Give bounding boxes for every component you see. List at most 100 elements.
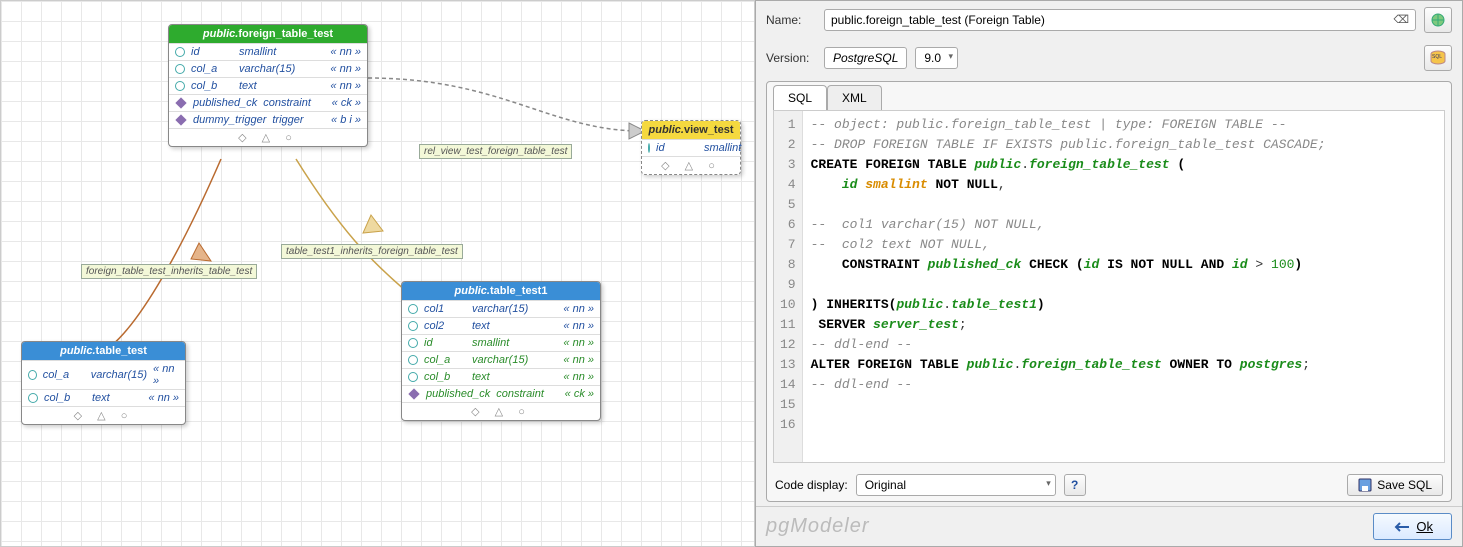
column-type: text (239, 80, 324, 92)
circle-icon (175, 81, 185, 91)
column-row[interactable]: col2text« nn » (402, 317, 600, 334)
table-header: public.foreign_table_test (169, 25, 367, 43)
table-rows: id smallint (642, 139, 740, 156)
name-input[interactable]: public.foreign_table_test (Foreign Table… (824, 9, 1416, 31)
relation-label-test1-inherits[interactable]: table_test1_inherits_foreign_table_test (281, 244, 463, 259)
table-rows: idsmallint« nn »col_avarchar(15)« nn »co… (169, 43, 367, 128)
table-header: public.table_test1 (402, 282, 600, 300)
column-name: col_b (191, 80, 233, 92)
help-button[interactable]: ? (1064, 474, 1086, 496)
column-row[interactable]: col1 varchar(15) « nn » (402, 300, 600, 317)
column-type: text (472, 320, 557, 332)
ok-label: Ok (1416, 519, 1433, 534)
version-label: Version: (766, 51, 816, 65)
column-type: constraint (496, 388, 558, 400)
table-table-test[interactable]: public.table_test col_avarchar(15)« nn »… (21, 341, 186, 425)
column-flags: « ck » (565, 388, 594, 400)
table-footer-icons: ◇ △ ○ (169, 128, 367, 146)
column-name: published_ck (193, 97, 257, 109)
circle-icon (175, 64, 185, 74)
column-row[interactable]: idsmallint« nn » (402, 334, 600, 351)
column-name: dummy_trigger (193, 114, 266, 126)
sql-editor[interactable]: 12345678910111213141516 -- object: publi… (773, 110, 1445, 463)
column-row[interactable]: dummy_trigger trigger « b i » (169, 111, 367, 128)
code-display-label: Code display: (775, 478, 848, 492)
column-flags: « nn » (563, 354, 594, 366)
version-select[interactable]: 9.0 (915, 47, 958, 69)
source-panel: Name: public.foreign_table_test (Foreign… (755, 0, 1463, 547)
name-value: public.foreign_table_test (Foreign Table… (831, 13, 1045, 27)
column-name: id (424, 337, 466, 349)
column-flags: « nn » (563, 371, 594, 383)
column-type: varchar(15) (472, 303, 557, 315)
column-row[interactable]: col_b text « nn » (169, 77, 367, 94)
column-flags: « b i » (331, 114, 361, 126)
column-type: smallint (704, 142, 741, 154)
svg-text:SQL: SQL (1432, 54, 1442, 60)
line-gutter: 12345678910111213141516 (774, 111, 803, 462)
column-flags: « nn » (330, 80, 361, 92)
database-sql-icon: SQL (1429, 50, 1447, 66)
relation-label-foreign-inherits[interactable]: foreign_table_test_inherits_table_test (81, 264, 257, 279)
sql-db-button[interactable]: SQL (1424, 45, 1452, 71)
column-name: col1 (424, 303, 466, 315)
code-display-select[interactable]: Original (856, 474, 1056, 496)
table-header: public.view_test (642, 121, 740, 139)
column-name: id (191, 46, 233, 58)
erd-canvas[interactable]: public.foreign_table_test id smallint « nn… (0, 0, 755, 547)
column-name: col_a (191, 63, 233, 75)
column-row[interactable]: col_a varchar(15) « nn » (22, 360, 185, 389)
column-type: smallint (239, 46, 324, 58)
column-type: trigger (272, 114, 325, 126)
circle-icon (408, 338, 418, 348)
table-footer-icons: ◇ △ ○ (642, 156, 740, 174)
table-table-test1[interactable]: public.table_test1 col1 varchar(15) « nn »… (401, 281, 601, 421)
column-row[interactable]: id smallint (642, 139, 740, 156)
column-row[interactable]: col_avarchar(15)« nn » (402, 351, 600, 368)
diamond-icon (175, 114, 186, 125)
column-name: col_a (43, 369, 85, 381)
version-engine: PostgreSQL (824, 47, 907, 69)
column-name: id (656, 142, 698, 154)
circle-icon (408, 355, 418, 365)
table-header: public.table_test (22, 342, 185, 360)
column-type: varchar(15) (472, 354, 557, 366)
object-picker-button[interactable] (1424, 7, 1452, 33)
column-flags: « nn » (563, 303, 594, 315)
table-footer-icons: ◇ △ ○ (402, 402, 600, 420)
column-row[interactable]: published_ckconstraint« ck » (402, 385, 600, 402)
save-icon (1358, 478, 1372, 492)
relation-label-view[interactable]: rel_view_test_foreign_table_test (419, 144, 572, 159)
save-sql-button[interactable]: Save SQL (1347, 474, 1443, 496)
circle-icon (648, 143, 650, 153)
tab-sql[interactable]: SQL (773, 85, 827, 110)
sql-code: -- object: public.foreign_table_test | t… (803, 111, 1334, 462)
circle-icon (28, 370, 37, 380)
column-row[interactable]: idsmallint« nn » (169, 43, 367, 60)
column-type: constraint (263, 97, 325, 109)
column-flags: « nn » (148, 392, 179, 404)
name-label: Name: (766, 13, 816, 27)
column-row[interactable]: col_avarchar(15)« nn » (169, 60, 367, 77)
column-type: text (472, 371, 557, 383)
column-type: varchar(15) (91, 369, 147, 381)
ok-arrow-icon (1392, 521, 1410, 533)
column-type: text (92, 392, 142, 404)
brand-logo: pgModeler (766, 515, 870, 538)
column-flags: « nn » (153, 363, 179, 387)
globe-icon (1429, 12, 1447, 28)
code-box: SQL XML 12345678910111213141516 -- objec… (766, 81, 1452, 502)
column-row[interactable]: published_ckconstraint« ck » (169, 94, 367, 111)
table-foreign-table-test[interactable]: public.foreign_table_test id smallint « nn… (168, 24, 368, 147)
diamond-icon (408, 388, 419, 399)
tab-xml[interactable]: XML (827, 85, 882, 110)
column-row[interactable]: col_btext« nn » (22, 389, 185, 406)
clear-icon[interactable]: ⌫ (1393, 13, 1409, 26)
ok-button[interactable]: Ok (1373, 513, 1452, 540)
table-rows: col1 varchar(15) « nn » col2text« nn » idsma… (402, 300, 600, 402)
table-view-test[interactable]: public.view_test id smallint ◇ △ ○ (641, 120, 741, 175)
column-type: smallint (472, 337, 557, 349)
circle-icon (175, 47, 185, 57)
column-row[interactable]: col_btext« nn » (402, 368, 600, 385)
circle-icon (408, 321, 418, 331)
